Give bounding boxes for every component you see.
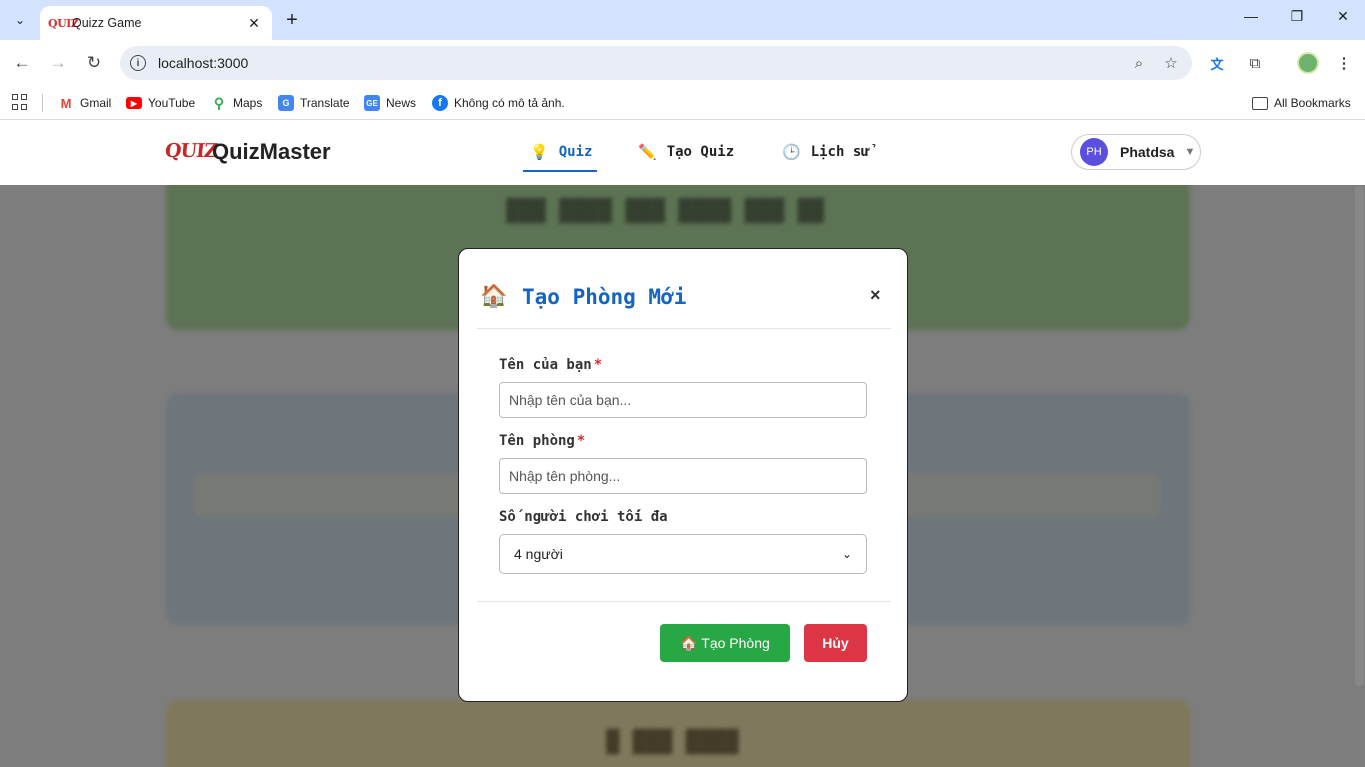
user-menu[interactable]: PH Phatdsa ▼ [1071,134,1201,170]
user-name: Phatdsa [1120,144,1175,160]
forward-arrow-icon[interactable]: → [46,51,70,75]
max-players-select[interactable]: 4 người ⌄ [499,534,867,574]
tab-title: Quizz Game [72,16,142,30]
maps-icon: ⚲ [211,95,227,111]
room-name-input[interactable] [499,458,867,494]
url-text[interactable]: localhost:3000 [158,55,1128,71]
browser-toolbar: ← → ↻ i localhost:3000 ⌕ ☆ 文 ⧉ ⋮ [0,40,1365,86]
your-name-label-text: Tên của bạn [499,357,592,373]
nav-active-underline [523,170,597,172]
bookmarks-divider [42,94,43,112]
modal-footer-divider [477,601,891,602]
nav-create-quiz[interactable]: ✏️ Tạo Quiz [638,143,734,161]
bookmark-news[interactable]: GE News [364,93,416,113]
bookmark-label: Không có mô tả ảnh. [454,96,565,110]
max-players-label: Số người chơi tối đa [499,509,668,525]
avatar: PH [1080,138,1108,166]
required-mark: * [576,433,586,449]
youtube-icon: ▶ [126,97,142,109]
room-name-label: Tên phòng * [499,433,585,449]
page-scrollbar[interactable] [1355,186,1364,686]
gmail-icon: M [58,95,74,111]
chevron-down-icon: ⌄ [841,547,852,561]
zoom-icon[interactable]: ⌕ [1128,52,1150,74]
lightbulb-icon: 💡 [530,143,549,161]
create-room-button[interactable]: 🏠 Tạo Phòng [660,624,790,662]
modal-title: Tạo Phòng Mới [522,285,687,309]
minimize-icon[interactable]: — [1236,8,1266,24]
logo-mark[interactable]: QUIZ [164,140,218,162]
browser-tab[interactable]: QUIZ Quizz Game ✕ [40,6,272,40]
clock-icon: 🕒 [782,143,801,161]
site-info-icon[interactable]: i [130,55,146,71]
facebook-icon: f [432,95,448,111]
your-name-label: Tên của bạn * [499,357,602,373]
translate-icon: G [278,95,294,111]
nav-quiz[interactable]: 💡 Quiz [530,143,592,161]
bookmark-label: News [386,96,417,110]
bookmarks-bar: M Gmail ▶ YouTube ⚲ Maps G Translate GE … [0,86,1365,120]
profile-avatar-icon[interactable] [1297,52,1319,74]
translate-page-icon[interactable]: 文 [1205,51,1229,75]
modal-header: 🏠 Tạo Phòng Mới × [477,249,891,329]
close-window-icon[interactable]: ✕ [1328,8,1358,25]
bookmark-label: Maps [233,96,263,110]
bookmark-youtube[interactable]: ▶ YouTube [126,93,195,113]
nav-label: Lịch sử [810,144,870,160]
room-name-label-text: Tên phòng [499,433,575,449]
nav-history[interactable]: 🕒 Lịch sử [782,143,870,161]
browser-tabstrip: ⌄ QUIZ Quizz Game ✕ + — ❐ ✕ [0,0,1365,40]
bookmark-label: Translate [300,96,350,110]
bookmark-maps[interactable]: ⚲ Maps [211,93,262,113]
bookmark-label: YouTube [148,96,196,110]
restore-icon[interactable]: ❐ [1282,8,1312,25]
bookmark-gmail[interactable]: M Gmail [58,93,111,113]
max-players-value: 4 người [514,546,563,562]
tab-favicon: QUIZ [48,16,79,30]
your-name-input[interactable] [499,382,867,418]
bookmark-label: Gmail [80,96,112,110]
house-icon: 🏠 [480,283,508,308]
extensions-puzzle-icon[interactable]: ⧉ [1243,51,1267,75]
reload-icon[interactable]: ↻ [82,51,106,75]
address-bar[interactable]: i localhost:3000 ⌕ ☆ [120,46,1192,80]
new-tab-plus-icon[interactable]: + [281,9,303,31]
tab-close-icon[interactable]: ✕ [246,15,262,32]
folder-icon [1252,96,1268,110]
create-room-modal: 🏠 Tạo Phòng Mới × Tên của bạn* Tên phòng… [458,248,908,702]
apps-grid-icon[interactable] [12,94,28,110]
pencil-icon: ✏️ [638,143,657,161]
bookmark-facebook[interactable]: f Không có mô tả ảnh. [432,93,565,113]
required-mark: * [593,357,603,373]
logo-text[interactable]: QuizMaster [212,139,331,165]
close-icon[interactable]: × [870,285,881,306]
tab-search-chevron-icon[interactable]: ⌄ [8,8,32,32]
news-icon: GE [364,95,380,111]
all-bookmarks[interactable]: All Bookmarks [1252,93,1351,113]
all-bookmarks-label: All Bookmarks [1274,96,1351,110]
menu-kebab-icon[interactable]: ⋮ [1332,51,1356,75]
bookmark-translate[interactable]: G Translate [278,93,350,113]
cancel-button[interactable]: Hủy [804,624,867,662]
nav-label: Tạo Quiz [666,144,735,160]
back-arrow-icon[interactable]: ← [10,51,34,75]
app-navbar: QUIZ QuizMaster 💡 Quiz ✏️ Tạo Quiz 🕒 Lịc… [0,121,1365,185]
nav-label: Quiz [558,144,593,160]
caret-down-icon: ▼ [1184,146,1196,158]
bookmark-star-icon[interactable]: ☆ [1160,52,1182,74]
